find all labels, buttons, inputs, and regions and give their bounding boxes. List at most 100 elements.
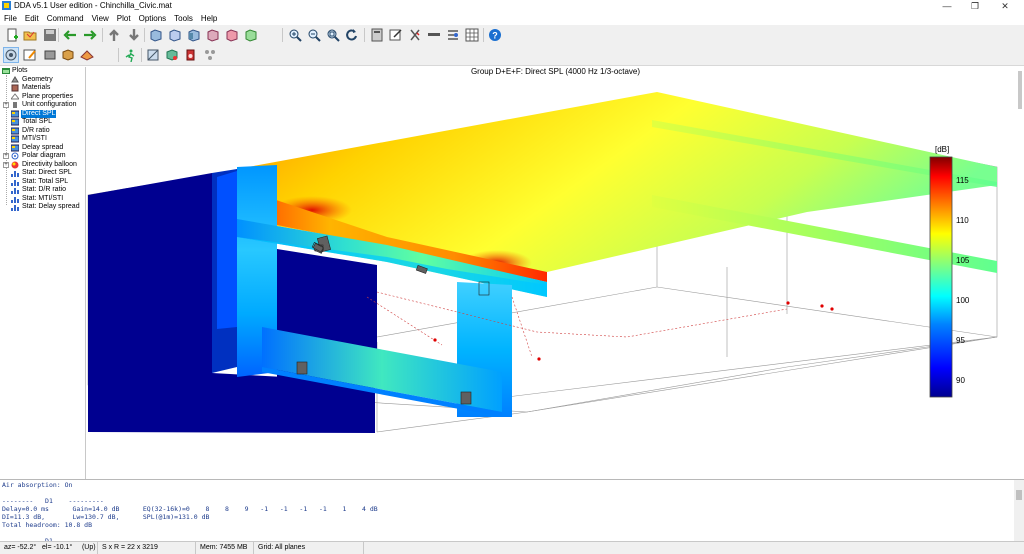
view-right-button[interactable] bbox=[205, 27, 221, 43]
toolbar-separator bbox=[483, 28, 484, 42]
save-icon bbox=[44, 29, 56, 41]
calculator-icon bbox=[371, 28, 383, 42]
settings-button[interactable] bbox=[3, 47, 19, 63]
calculator-button[interactable] bbox=[369, 27, 385, 43]
toolbar-separator bbox=[102, 28, 103, 42]
minimize-button[interactable]: — bbox=[936, 0, 958, 12]
tree-root-label: Plots bbox=[12, 67, 28, 74]
status-grid: Grid: All planes bbox=[254, 542, 364, 554]
properties-button[interactable] bbox=[22, 47, 38, 63]
maximize-button[interactable]: ❐ bbox=[964, 0, 986, 12]
move-down-icon bbox=[129, 29, 139, 41]
view-iso-icon bbox=[245, 29, 257, 42]
zoom-out-icon bbox=[308, 29, 321, 42]
help-button[interactable]: ? bbox=[487, 27, 503, 43]
geometry-edit-button[interactable] bbox=[42, 47, 58, 63]
undo-arrow-button[interactable] bbox=[62, 27, 78, 43]
view-back-button[interactable] bbox=[167, 27, 183, 43]
view-iso-button[interactable] bbox=[243, 27, 259, 43]
menu-edit[interactable]: Edit bbox=[21, 12, 43, 25]
speaker-icon bbox=[186, 49, 195, 61]
view-top-button[interactable] bbox=[224, 27, 240, 43]
plot-scrollbar[interactable] bbox=[1016, 67, 1024, 479]
table-button[interactable] bbox=[464, 27, 480, 43]
window-title: DDA v5.1 User edition - Chinchilla_Civic… bbox=[14, 1, 172, 10]
expand-toggle[interactable]: + bbox=[3, 161, 9, 168]
tree-item-label: Directivity balloon bbox=[22, 160, 77, 168]
zoom-in-icon bbox=[289, 29, 302, 42]
status-memory: Mem: 7455 MB bbox=[196, 542, 254, 554]
material-button[interactable] bbox=[60, 47, 76, 63]
menu-view[interactable]: View bbox=[88, 12, 113, 25]
console-line: -------- D1 --------- bbox=[2, 497, 104, 505]
new-file-button[interactable] bbox=[4, 27, 20, 43]
rotate-icon bbox=[346, 29, 357, 41]
render-icon bbox=[166, 49, 178, 61]
spl-map-icon bbox=[11, 110, 19, 117]
line-button[interactable] bbox=[426, 27, 442, 43]
zoom-out-button[interactable] bbox=[306, 27, 322, 43]
table-icon bbox=[465, 28, 479, 42]
view-left-button[interactable] bbox=[186, 27, 202, 43]
close-button[interactable]: ✕ bbox=[994, 0, 1016, 12]
view-left-icon bbox=[188, 29, 200, 42]
toolbar-separator bbox=[282, 28, 283, 42]
move-up-button[interactable] bbox=[106, 27, 122, 43]
menu-command[interactable]: Command bbox=[43, 12, 88, 25]
menu-file[interactable]: File bbox=[0, 12, 21, 25]
colorbar-unit: [dB] bbox=[935, 145, 950, 154]
menu-tools[interactable]: Tools bbox=[170, 12, 197, 25]
plot-area[interactable]: Group D+E+F: Direct SPL (4000 Hz 1/3-oct… bbox=[87, 67, 1024, 479]
menu-plot[interactable]: Plot bbox=[113, 12, 135, 25]
view-front-icon bbox=[150, 29, 162, 42]
cut-button[interactable] bbox=[407, 27, 423, 43]
console-scrollbar[interactable] bbox=[1014, 480, 1024, 541]
stat-chart-icon bbox=[11, 171, 19, 177]
expand-toggle[interactable]: + bbox=[3, 102, 9, 108]
plane-button[interactable] bbox=[79, 47, 95, 63]
status-grid-size: S x R = 22 x 3219 bbox=[98, 542, 196, 554]
tree-item-label: Unit configuration bbox=[22, 101, 77, 108]
toolbar-separator bbox=[364, 28, 365, 42]
expand-toggle[interactable]: + bbox=[3, 153, 9, 159]
tree-item-label: Stat: MTI/STI bbox=[22, 194, 64, 202]
walk-button[interactable] bbox=[122, 47, 138, 63]
plot-scroll-thumb[interactable] bbox=[1018, 71, 1022, 109]
array-button[interactable] bbox=[202, 47, 218, 63]
save-button[interactable] bbox=[42, 27, 58, 43]
zoom-in-button[interactable] bbox=[287, 27, 303, 43]
align-icon bbox=[448, 30, 458, 40]
open-folder-button[interactable] bbox=[22, 27, 38, 43]
plane-icon bbox=[80, 50, 94, 61]
colorbar-tick-label: 100 bbox=[956, 296, 970, 305]
menu-options[interactable]: Options bbox=[135, 12, 171, 25]
tree-item-label: D/R ratio bbox=[22, 126, 50, 134]
menu-bar: File Edit Command View Plot Options Tools Help bbox=[0, 12, 1024, 25]
spl-3d-view[interactable] bbox=[87, 67, 1024, 479]
speaker-button[interactable] bbox=[183, 47, 199, 63]
status-orientation: az= -52.2° el= -10.1° (Up) bbox=[0, 542, 98, 554]
menu-help[interactable]: Help bbox=[197, 12, 221, 25]
section-button[interactable] bbox=[145, 47, 161, 63]
render-button[interactable] bbox=[164, 47, 180, 63]
zoom-fit-button[interactable] bbox=[325, 27, 341, 43]
redo-arrow-button[interactable] bbox=[82, 27, 98, 43]
open-folder-icon bbox=[23, 31, 37, 41]
material-icon bbox=[62, 49, 74, 61]
geometry-icon bbox=[11, 75, 19, 82]
tree-item-label: Stat: Direct SPL bbox=[22, 169, 72, 176]
line-icon bbox=[428, 33, 440, 36]
materials-icon bbox=[11, 84, 19, 92]
view-right-icon bbox=[207, 29, 219, 42]
colorbar-tick-label: 90 bbox=[956, 376, 965, 385]
console-scroll-thumb[interactable] bbox=[1016, 490, 1022, 500]
align-button[interactable] bbox=[445, 27, 461, 43]
tree-item-label: Materials bbox=[22, 84, 51, 91]
edit-icon bbox=[389, 29, 402, 41]
move-down-button[interactable] bbox=[126, 27, 142, 43]
redo-arrow-icon bbox=[84, 30, 97, 40]
rotate-button[interactable] bbox=[344, 27, 360, 43]
stat-chart-icon bbox=[11, 188, 19, 194]
view-front-button[interactable] bbox=[148, 27, 164, 43]
edit-button[interactable] bbox=[388, 27, 404, 43]
